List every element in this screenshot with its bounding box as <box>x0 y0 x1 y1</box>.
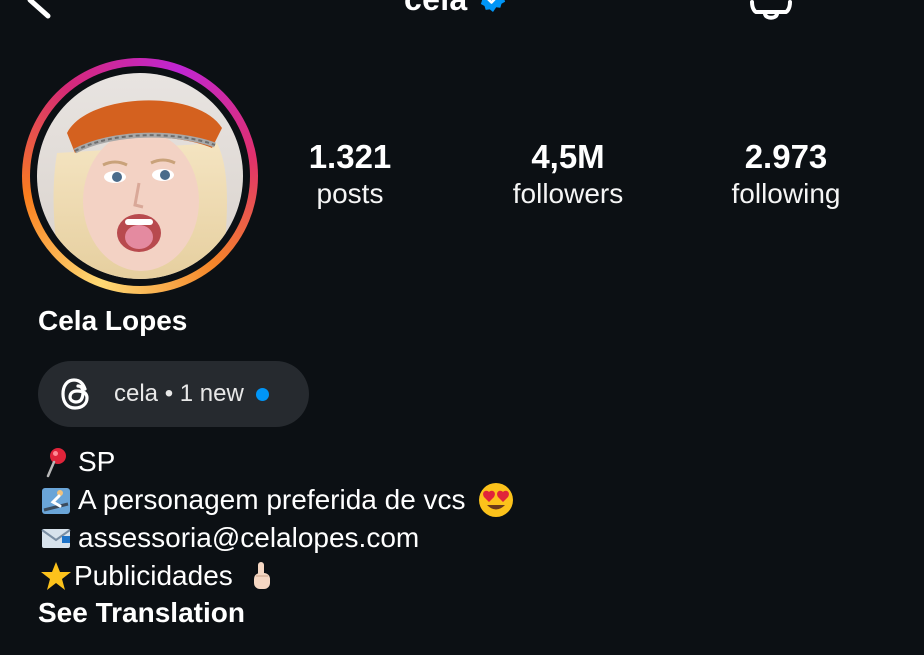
threads-badge-label: cela • 1 new <box>114 380 244 407</box>
posts-label: posts <box>316 178 384 209</box>
heart-eyes-icon <box>478 483 513 517</box>
email-icon <box>41 529 71 548</box>
username-title: cela <box>404 0 467 19</box>
pointing-up-icon <box>253 562 270 589</box>
top-bar: cela <box>0 0 924 30</box>
bio-text: Publicidades <box>74 560 233 591</box>
bio-text: A personagem preferida de vcs <box>78 484 466 515</box>
bell-icon[interactable] <box>746 0 796 22</box>
new-indicator-dot <box>255 387 269 401</box>
bio-line-email: assessoria@celalopes.com <box>40 519 900 557</box>
following-label: following <box>731 178 841 209</box>
avatar-photo <box>37 73 243 279</box>
bio: SP A personagem preferida de vcs assesso… <box>40 443 900 595</box>
verified-badge-icon <box>481 0 506 12</box>
followers-stat[interactable]: 4,5M followers <box>468 138 668 212</box>
chevron-left-icon[interactable] <box>18 0 62 22</box>
bio-line-ads: Publicidades <box>40 557 900 595</box>
story-ring[interactable] <box>22 58 258 294</box>
snowboarder-icon <box>42 488 70 514</box>
profile-avatar[interactable] <box>37 73 243 279</box>
bio-email[interactable]: assessoria@celalopes.com <box>78 519 419 557</box>
posts-stat[interactable]: 1.321 posts <box>250 138 450 212</box>
story-ring-gap <box>30 66 250 286</box>
following-stat[interactable]: 2.973 following <box>686 138 886 212</box>
followers-label: followers <box>512 178 624 209</box>
bio-text: SP <box>78 446 116 477</box>
bio-line-tagline: A personagem preferida de vcs <box>40 481 900 519</box>
see-translation-link[interactable]: See Translation <box>38 594 245 632</box>
threads-icon <box>61 378 89 410</box>
profile-name: Cela Lopes <box>38 305 188 336</box>
star-icon <box>41 562 71 590</box>
following-count: 2.973 <box>744 138 828 175</box>
more-horizontal-icon[interactable] <box>838 0 888 6</box>
bio-line-location: SP <box>40 443 900 481</box>
followers-count: 4,5M <box>531 138 605 175</box>
profile-header-title: cela <box>404 0 507 19</box>
posts-count: 1.321 <box>308 138 392 175</box>
round-pushpin-icon <box>46 448 66 478</box>
threads-badge-button[interactable]: cela • 1 new <box>38 361 309 427</box>
